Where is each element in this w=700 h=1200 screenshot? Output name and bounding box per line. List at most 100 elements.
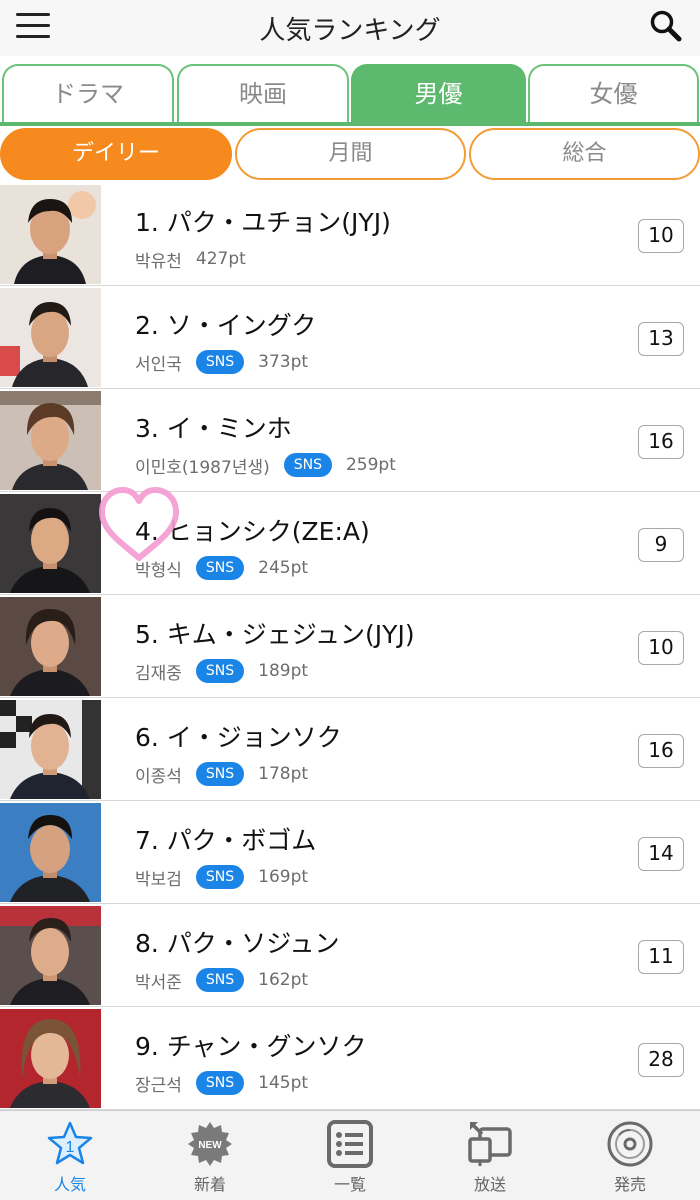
- nav-broadcast[interactable]: 放送: [420, 1111, 560, 1200]
- sns-badge: SNS: [195, 968, 245, 992]
- tab-monthly[interactable]: 月間: [235, 128, 466, 180]
- vote-count-badge: 10: [638, 631, 684, 665]
- nav-label: 新着: [193, 1175, 226, 1194]
- sns-badge: SNS: [195, 659, 245, 683]
- actor-meta: 박보검 SNS 169pt: [135, 865, 309, 890]
- nav-label: 人気: [53, 1175, 86, 1194]
- nav-list[interactable]: 一覧: [280, 1111, 420, 1200]
- actor-name: 1. パク・ユチョン(JYJ): [135, 208, 391, 237]
- ranking-row[interactable]: 3. イ・ミンホ 이민호(1987년생) SNS 259pt 16: [0, 389, 700, 492]
- nav-release[interactable]: 発売: [560, 1111, 700, 1200]
- actor-photo: [0, 700, 101, 799]
- list-icon: [327, 1120, 373, 1168]
- actor-meta: 장근석 SNS 145pt: [135, 1071, 309, 1096]
- actor-meta: 이종석 SNS 178pt: [135, 762, 309, 787]
- ranking-row[interactable]: 4. ヒョンシク(ZE:A) 박형식 SNS 245pt 9: [0, 492, 700, 595]
- actor-photo: [0, 391, 101, 490]
- points: 373pt: [258, 352, 309, 372]
- actor-meta: 박형식 SNS 245pt: [135, 556, 309, 581]
- actor-meta: 김재중 SNS 189pt: [135, 659, 309, 684]
- rank-badge-number: 1: [66, 1139, 75, 1156]
- actor-photo: [0, 906, 101, 1005]
- points: 245pt: [258, 558, 309, 578]
- broadcast-icon: [468, 1122, 512, 1166]
- actor-meta: 이민호(1987년생) SNS 259pt: [135, 453, 396, 478]
- nav-label: 放送: [473, 1175, 506, 1194]
- ranking-row[interactable]: 6. イ・ジョンソク 이종석 SNS 178pt 16: [0, 698, 700, 801]
- ranking-row[interactable]: 8. パク・ソジュン 박서준 SNS 162pt 11: [0, 904, 700, 1007]
- korean-name: 김재중: [135, 663, 182, 684]
- sns-badge: SNS: [195, 350, 245, 374]
- new-badge-text: NEW: [198, 1140, 222, 1151]
- actor-photo: [0, 185, 101, 284]
- actor-name: 2. ソ・イングク: [135, 311, 317, 340]
- korean-name: 박보검: [135, 869, 182, 890]
- nav-label: 発売: [613, 1175, 646, 1194]
- nav-label: 一覧: [333, 1175, 366, 1194]
- vote-count-badge: 28: [638, 1043, 684, 1077]
- disc-icon: [607, 1121, 653, 1167]
- sns-badge: SNS: [195, 865, 245, 889]
- actor-photo: [0, 288, 101, 387]
- actor-meta: 박유천 427pt: [135, 247, 246, 272]
- vote-count-badge: 16: [638, 734, 684, 768]
- actor-name: 4. ヒョンシク(ZE:A): [135, 517, 370, 546]
- korean-name: 박형식: [135, 560, 182, 581]
- actor-photo: [0, 494, 101, 593]
- actor-photo: [0, 1009, 101, 1108]
- points: 169pt: [258, 867, 309, 887]
- points: 189pt: [258, 661, 309, 681]
- points: 162pt: [258, 970, 309, 990]
- category-tabs: ドラマ 映画 男優 女優: [0, 60, 700, 126]
- actor-meta: 박서준 SNS 162pt: [135, 968, 309, 993]
- actor-name: 8. パク・ソジュン: [135, 929, 340, 958]
- actor-meta: 서인국 SNS 373pt: [135, 350, 309, 375]
- points: 259pt: [345, 455, 396, 475]
- tab-actress[interactable]: 女優: [528, 64, 699, 122]
- actor-name: 3. イ・ミンホ: [135, 414, 292, 443]
- vote-count-badge: 16: [638, 425, 684, 459]
- vote-count-badge: 11: [638, 940, 684, 974]
- ranking-row[interactable]: 9. チャン・グンソク 장근석 SNS 145pt 28: [0, 1007, 700, 1110]
- bottom-nav: 1 人気 NEW 新着 一覧 放送 発売: [0, 1110, 700, 1200]
- korean-name: 서인국: [135, 354, 182, 375]
- actor-name: 7. パク・ボゴム: [135, 826, 317, 855]
- korean-name: 이종석: [135, 766, 182, 787]
- vote-count-badge: 9: [638, 528, 684, 562]
- new-badge-icon: NEW: [188, 1122, 232, 1166]
- ranking-row[interactable]: 5. キム・ジェジュン(JYJ) 김재중 SNS 189pt 10: [0, 595, 700, 698]
- korean-name: 박유천: [135, 251, 182, 272]
- sns-badge: SNS: [195, 762, 245, 786]
- search-icon[interactable]: [648, 8, 684, 44]
- vote-count-badge: 14: [638, 837, 684, 871]
- tab-overall[interactable]: 総合: [469, 128, 700, 180]
- actor-name: 9. チャン・グンソク: [135, 1032, 367, 1061]
- points: 427pt: [195, 249, 246, 269]
- nav-new[interactable]: NEW 新着: [140, 1111, 280, 1200]
- tab-actor[interactable]: 男優: [351, 64, 526, 122]
- app-header: 人気ランキング: [0, 0, 700, 56]
- korean-name: 박서준: [135, 972, 182, 993]
- actor-name: 5. キム・ジェジュン(JYJ): [135, 620, 415, 649]
- sns-badge: SNS: [195, 1071, 245, 1095]
- points: 178pt: [258, 764, 309, 784]
- tab-movie[interactable]: 映画: [177, 64, 349, 122]
- sns-badge: SNS: [283, 453, 332, 477]
- page-title: 人気ランキング: [259, 16, 441, 46]
- sns-badge: SNS: [195, 556, 245, 580]
- ranking-star-icon: 1: [47, 1121, 93, 1165]
- ranking-row[interactable]: 2. ソ・イングク 서인국 SNS 373pt 13: [0, 286, 700, 389]
- actor-photo: [0, 803, 101, 902]
- tab-drama[interactable]: ドラマ: [2, 64, 174, 122]
- tab-daily[interactable]: デイリー: [0, 128, 232, 180]
- vote-count-badge: 10: [638, 219, 684, 253]
- ranking-row[interactable]: 7. パク・ボゴム 박보검 SNS 169pt 14: [0, 801, 700, 904]
- actor-photo: [0, 597, 101, 696]
- ranking-row[interactable]: 1. パク・ユチョン(JYJ) 박유천 427pt 10: [0, 183, 700, 286]
- nav-popular[interactable]: 1 人気: [0, 1111, 140, 1200]
- actor-name: 6. イ・ジョンソク: [135, 723, 342, 752]
- points: 145pt: [258, 1073, 309, 1093]
- vote-count-badge: 13: [638, 322, 684, 356]
- period-tabs: デイリー 月間 総合: [0, 127, 700, 183]
- korean-name: 이민호(1987년생): [135, 457, 270, 478]
